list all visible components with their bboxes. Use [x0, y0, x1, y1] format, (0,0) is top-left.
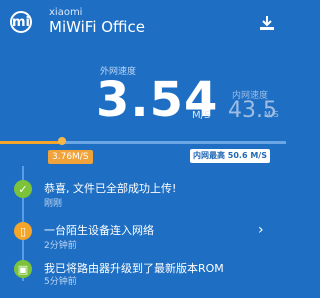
- brand-subtitle: xiaomi: [49, 7, 83, 18]
- activity-feed: ✓ 恭喜, 文件已全部成功上传! 刚刚 ▯ 一台陌生设备连入网络 2分钟前 › …: [0, 166, 286, 287]
- app-title: MiWiFi Office: [49, 18, 146, 36]
- router-icon: ▣: [14, 260, 32, 278]
- inner-peak-badge: 内网最高 50.6 M/S: [190, 149, 270, 163]
- check-icon: ✓: [14, 180, 32, 198]
- top-bar: mi xiaomi MiWiFi Office: [0, 0, 286, 52]
- feed-item-device[interactable]: ▯ 一台陌生设备连入网络 2分钟前 ›: [0, 218, 286, 258]
- outer-speed-unit: M/S: [192, 110, 211, 121]
- feed-item-title: 一台陌生设备连入网络: [44, 224, 154, 237]
- download-icon[interactable]: [258, 14, 276, 32]
- outer-peak-badge: 3.76M/S: [48, 150, 93, 164]
- feed-item-upload[interactable]: ✓ 恭喜, 文件已全部成功上传! 刚刚: [0, 176, 286, 216]
- speed-panel: 外网速度 3.54 M/S 内网速度 43.5 M/S: [0, 52, 286, 142]
- chevron-right-icon[interactable]: ›: [258, 222, 264, 238]
- speed-track-fill: [0, 141, 62, 144]
- feed-item-time: 2分钟前: [44, 241, 77, 251]
- inner-speed-unit: M/S: [264, 110, 279, 119]
- speed-marker: [58, 137, 66, 145]
- feed-item-time: 刚刚: [44, 199, 63, 209]
- feed-item-router-upgrade[interactable]: ▣ 我已将路由器升级到了最新版本ROM 5分钟前: [0, 258, 286, 298]
- feed-item-title: 恭喜, 文件已全部成功上传!: [44, 182, 177, 195]
- mi-logo-icon: mi: [10, 11, 32, 33]
- device-icon: ▯: [14, 222, 32, 240]
- logo-glyph: mi: [12, 14, 31, 30]
